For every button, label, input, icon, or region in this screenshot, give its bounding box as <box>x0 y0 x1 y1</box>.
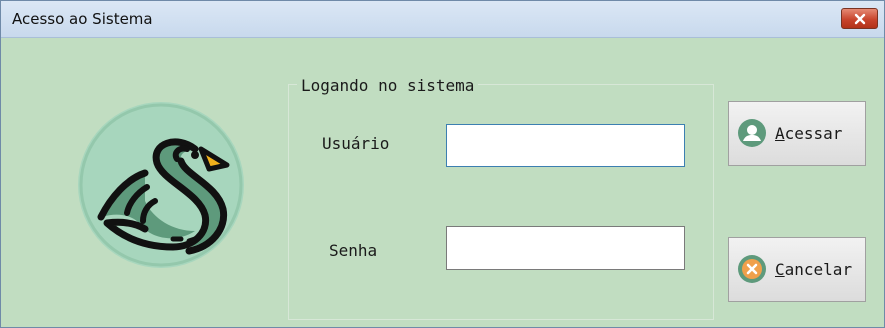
access-button-label: Acessar <box>775 124 843 143</box>
close-icon <box>854 13 866 25</box>
username-label: Usuário <box>322 134 390 153</box>
title-bar[interactable]: Acesso ao Sistema <box>1 1 884 38</box>
cancel-icon <box>738 255 766 283</box>
login-group-box <box>288 84 714 320</box>
swan-logo <box>78 102 244 268</box>
password-label: Senha <box>329 241 378 260</box>
user-icon <box>738 119 766 147</box>
cancel-button-label: Cancelar <box>775 260 853 279</box>
access-button[interactable]: Acessar <box>728 101 866 166</box>
login-window: Acesso ao Sistema Logando no sistema Usu… <box>0 0 885 328</box>
username-input[interactable] <box>446 124 685 167</box>
window-title: Acesso ao Sistema <box>12 10 153 28</box>
close-button[interactable] <box>841 8 878 29</box>
group-legend: Logando no sistema <box>297 76 479 95</box>
cancel-button[interactable]: Cancelar <box>728 237 866 302</box>
password-input[interactable] <box>446 226 685 270</box>
